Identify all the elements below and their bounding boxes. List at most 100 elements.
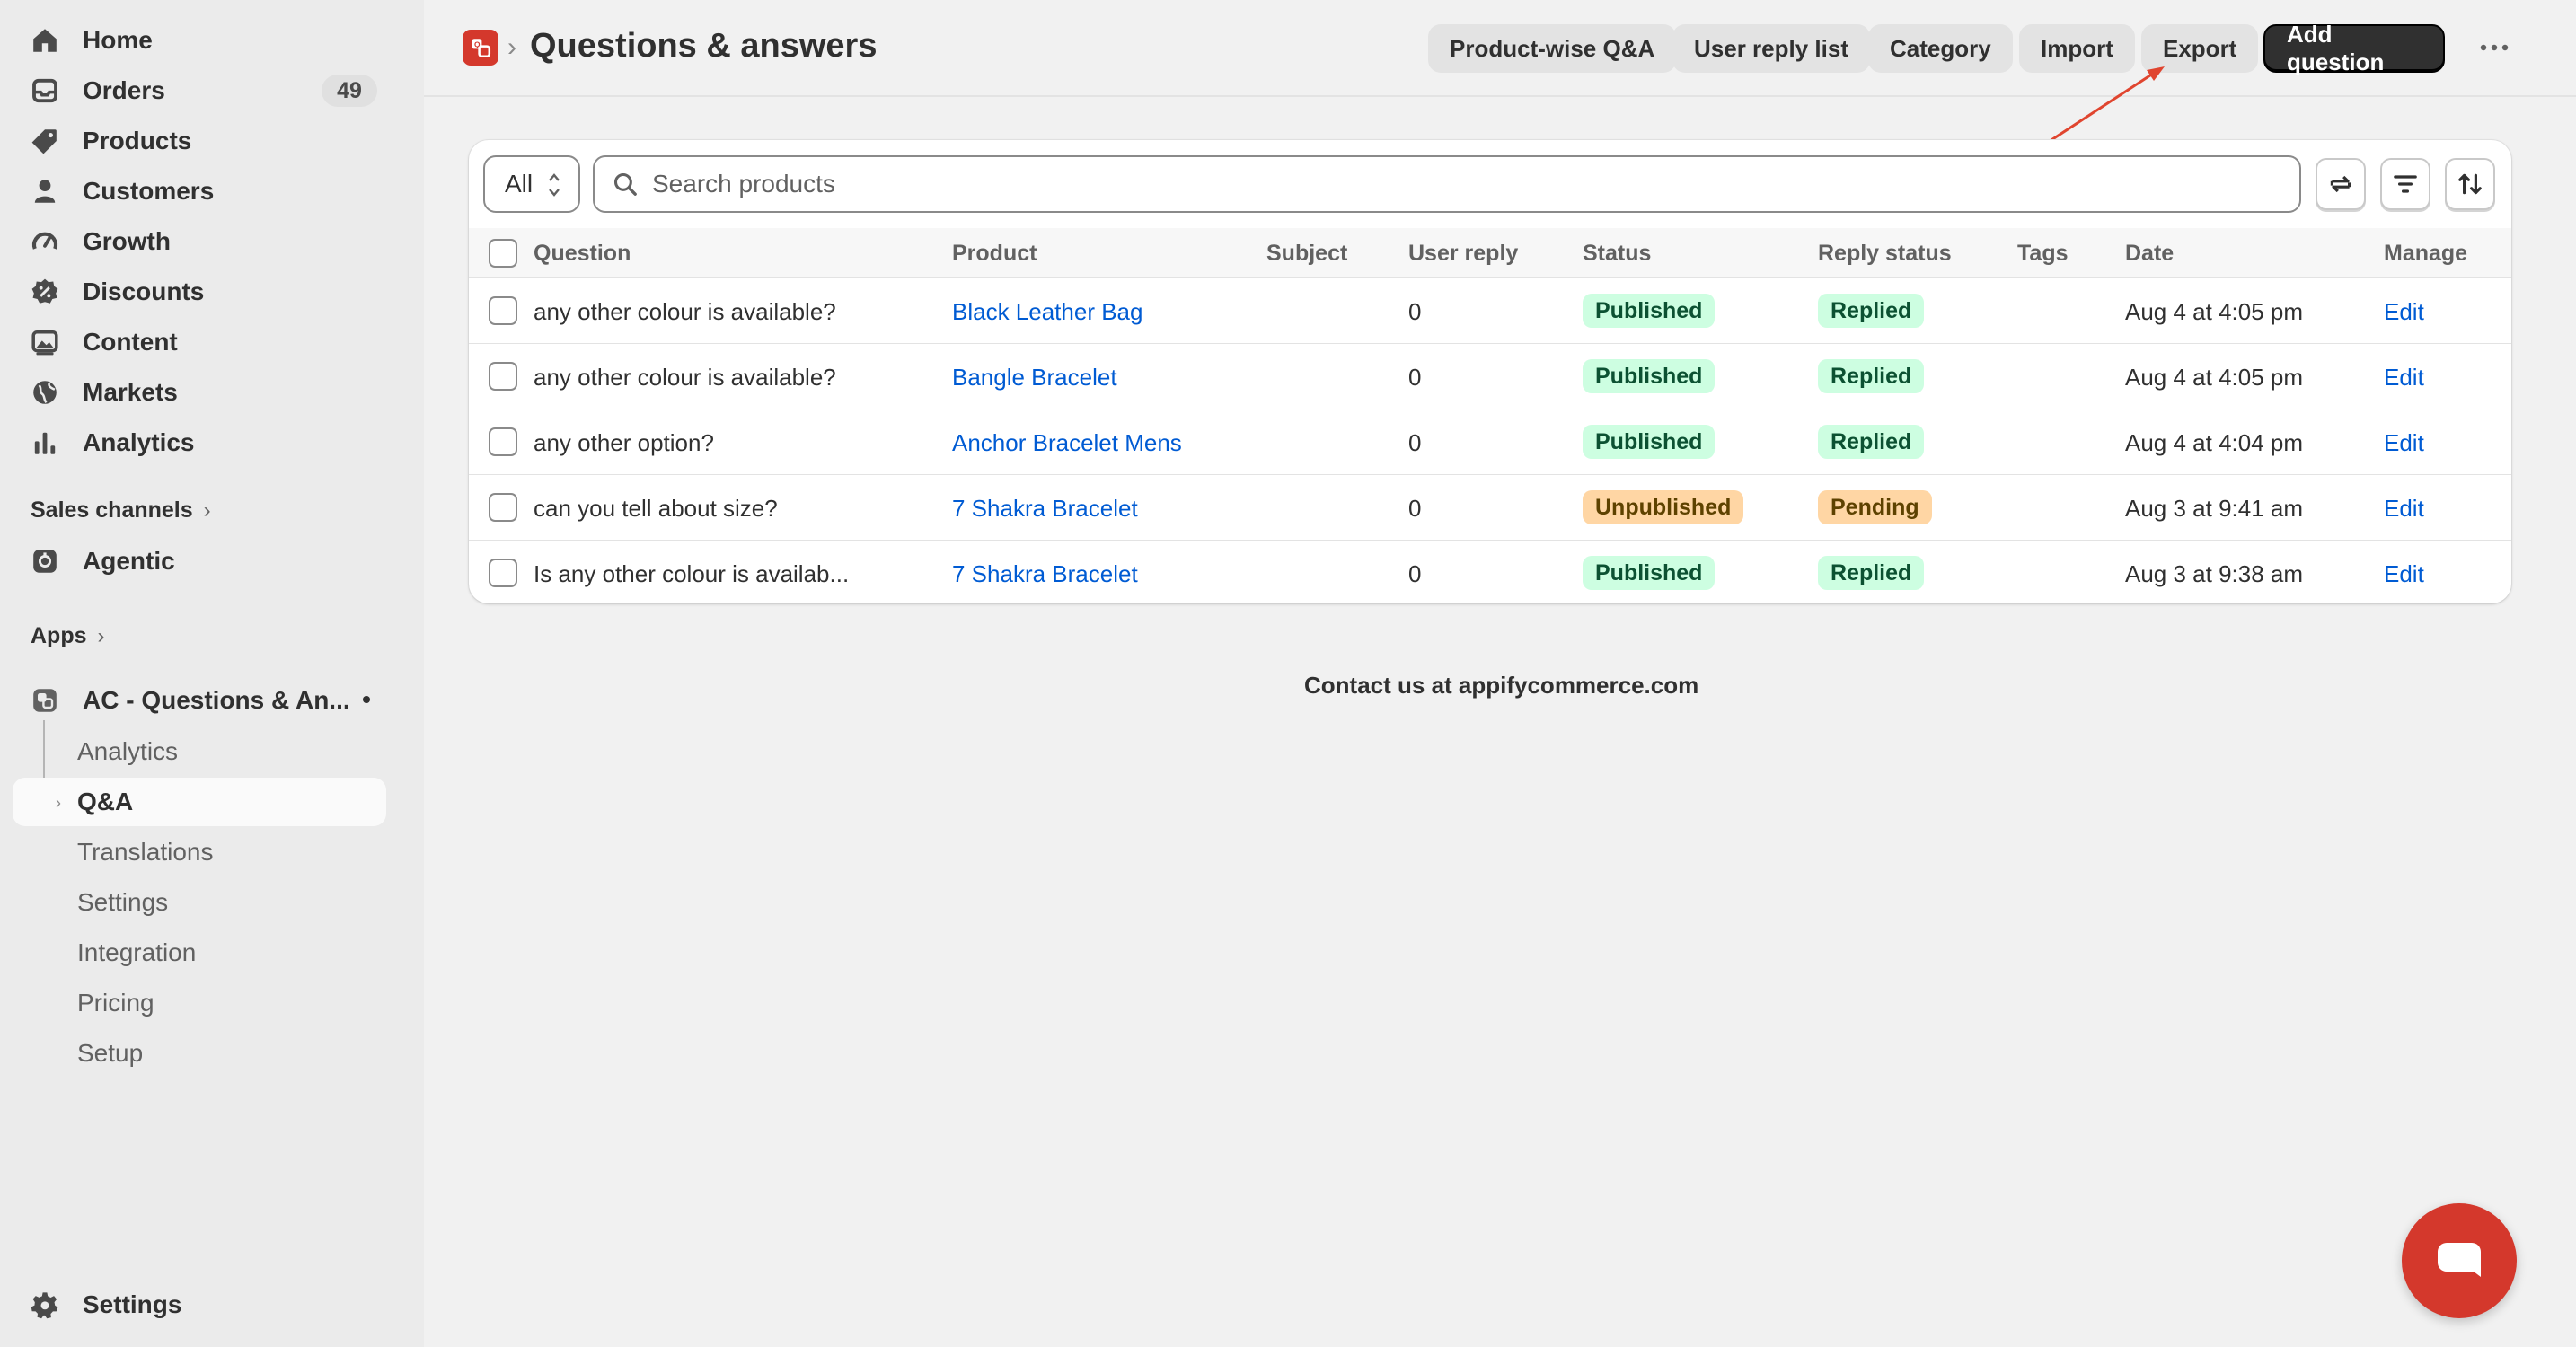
date-text: Aug 3 at 9:38 am [2125, 560, 2304, 587]
user-reply-count: 0 [1408, 495, 1422, 522]
sidebar-item-home[interactable]: Home [13, 16, 386, 65]
column-header-product[interactable]: Product [952, 241, 1037, 267]
sidebar-item-label: Products [83, 127, 192, 154]
person-icon [27, 173, 63, 209]
search-input[interactable] [652, 170, 2269, 198]
date-text: Aug 3 at 9:41 am [2125, 495, 2304, 522]
sidebar-item-settings[interactable]: Settings [13, 1281, 386, 1329]
header-divider [424, 95, 2576, 97]
sales-channels-label: Sales channels [31, 497, 193, 523]
row-checkbox[interactable] [489, 493, 517, 522]
filter-select-value: All [505, 170, 534, 198]
row-checkbox[interactable] [489, 362, 517, 391]
chat-launcher-button[interactable] [2402, 1203, 2517, 1318]
product-link[interactable]: Anchor Bracelet Mens [952, 429, 1182, 457]
edit-link[interactable]: Edit [2384, 560, 2424, 588]
column-header-user-reply[interactable]: User reply [1408, 241, 1518, 267]
sidebar-item-content[interactable]: Content [13, 318, 386, 366]
add-question-button[interactable]: Add question [2263, 21, 2445, 75]
ellipsis-icon [2480, 44, 2509, 51]
product-link[interactable]: 7 Shakra Bracelet [952, 495, 1138, 523]
edit-link[interactable]: Edit [2384, 298, 2424, 326]
sidebar-item-growth[interactable]: Growth [13, 217, 386, 266]
sidebar-item-label: Settings [83, 1290, 182, 1318]
question-text: any other option? [534, 429, 714, 456]
gauge-icon [27, 224, 63, 260]
user-reply-list-button[interactable]: User reply list [1672, 24, 1870, 73]
page-title: Questions & answers [530, 27, 878, 65]
product-wise-qa-button[interactable]: Product-wise Q&A [1428, 24, 1677, 73]
filter-button[interactable] [2380, 158, 2430, 210]
apps-label: Apps [31, 623, 87, 648]
product-link[interactable]: Bangle Bracelet [952, 364, 1117, 392]
select-all-checkbox[interactable] [489, 239, 517, 268]
sidebar-item-markets[interactable]: Markets [13, 368, 386, 417]
edit-link[interactable]: Edit [2384, 429, 2424, 457]
sidebar-sub-label: Setup [77, 1039, 144, 1067]
user-reply-count: 0 [1408, 298, 1422, 325]
question-text: Is any other colour is availab... [534, 560, 850, 587]
search-field[interactable] [593, 155, 2301, 213]
status-badge: Published [1583, 359, 1716, 393]
status-badge: Published [1583, 294, 1716, 328]
table-row[interactable]: any other option? Anchor Bracelet Mens 0… [469, 409, 2511, 475]
edit-link[interactable]: Edit [2384, 495, 2424, 523]
table-row[interactable]: any other colour is available? Bangle Br… [469, 344, 2511, 409]
row-checkbox[interactable] [489, 427, 517, 456]
status-badge: Published [1583, 556, 1716, 590]
app-logo-icon[interactable]: Q [463, 30, 498, 66]
table-row[interactable]: can you tell about size? 7 Shakra Bracel… [469, 475, 2511, 541]
sidebar-sub-settings[interactable]: Settings [13, 878, 386, 927]
sidebar-sub-analytics[interactable]: Analytics [13, 727, 386, 776]
column-header-status[interactable]: Status [1583, 241, 1651, 267]
table-row[interactable]: any other colour is available? Black Lea… [469, 278, 2511, 344]
apps-section[interactable]: Apps › [31, 623, 105, 649]
sidebar-item-label: Analytics [83, 428, 195, 456]
svg-text:Q: Q [474, 40, 481, 48]
column-header-subject[interactable]: Subject [1266, 241, 1347, 267]
product-link[interactable]: Black Leather Bag [952, 298, 1142, 326]
product-link[interactable]: 7 Shakra Bracelet [952, 560, 1138, 588]
row-checkbox[interactable] [489, 559, 517, 587]
sidebar-app-qa[interactable]: AC - Questions & An... [13, 676, 386, 725]
sidebar-item-label: Markets [83, 378, 178, 406]
question-text: any other colour is available? [534, 364, 836, 391]
filter-select[interactable]: All [483, 155, 580, 213]
date-text: Aug 4 at 4:04 pm [2125, 429, 2304, 456]
sidebar-item-discounts[interactable]: Discounts [13, 268, 386, 316]
user-reply-count: 0 [1408, 429, 1422, 456]
more-actions-button[interactable] [2472, 27, 2517, 68]
sort-button[interactable] [2445, 158, 2495, 210]
sidebar-sub-setup[interactable]: Setup [13, 1029, 386, 1078]
row-checkbox[interactable] [489, 296, 517, 325]
sidebar-sub-integration[interactable]: Integration [13, 929, 386, 977]
chevron-right-icon: › [97, 623, 105, 648]
sidebar-sub-pricing[interactable]: Pricing [13, 979, 386, 1027]
sidebar-sub-qa[interactable]: Q&A [13, 778, 386, 826]
column-header-manage[interactable]: Manage [2384, 241, 2467, 267]
column-header-question[interactable]: Question [534, 241, 631, 267]
sidebar-item-orders[interactable]: Orders 49 [13, 66, 386, 115]
edit-link[interactable]: Edit [2384, 364, 2424, 392]
sidebar-item-label: Customers [83, 177, 215, 205]
sidebar-item-customers[interactable]: Customers [13, 167, 386, 216]
sidebar-item-analytics[interactable]: Analytics [13, 418, 386, 467]
app-logo-icon [27, 682, 63, 718]
question-text: can you tell about size? [534, 495, 778, 522]
column-header-reply-status[interactable]: Reply status [1818, 241, 1952, 267]
tag-icon [27, 123, 63, 159]
sidebar-sub-label: Q&A [77, 788, 134, 815]
sidebar-item-products[interactable]: Products [13, 117, 386, 165]
reply-status-badge: Replied [1818, 556, 1925, 590]
category-button[interactable]: Category [1868, 24, 2013, 73]
sales-channels-section[interactable]: Sales channels › [31, 497, 211, 524]
chevron-right-icon: › [203, 497, 211, 523]
sidebar-item-agentic[interactable]: Agentic [13, 537, 386, 585]
column-header-date[interactable]: Date [2125, 241, 2174, 267]
sidebar-sub-label: Translations [77, 838, 214, 866]
column-header-tags[interactable]: Tags [2017, 241, 2069, 267]
contact-footer: Contact us at appifycommerce.com [1304, 672, 1699, 699]
table-row[interactable]: Is any other colour is availab... 7 Shak… [469, 541, 2511, 603]
sidebar-sub-translations[interactable]: Translations [13, 828, 386, 876]
refresh-button[interactable] [2316, 158, 2366, 210]
